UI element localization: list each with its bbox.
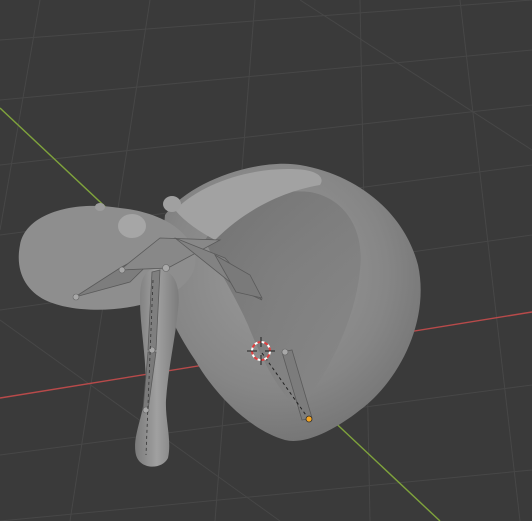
mesh-bump-left bbox=[118, 214, 146, 238]
3d-viewport[interactable] bbox=[0, 0, 532, 521]
mesh-bump-right bbox=[163, 196, 181, 212]
joint bbox=[281, 348, 289, 356]
joint bbox=[118, 266, 126, 274]
selected-bone-tip[interactable] bbox=[305, 415, 313, 423]
mesh-bump-small bbox=[95, 203, 105, 211]
mesh-object[interactable] bbox=[18, 163, 421, 467]
viewport-canvas[interactable] bbox=[0, 0, 532, 521]
joint bbox=[72, 293, 80, 301]
joint bbox=[162, 264, 170, 272]
